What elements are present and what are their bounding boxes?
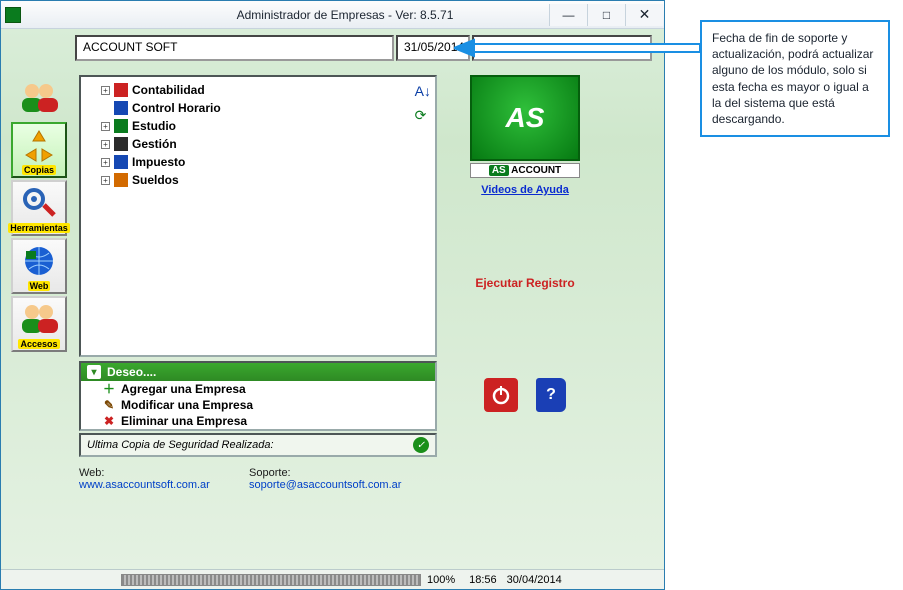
left-toolbar: Copias Herramientas Web Accesos — [11, 75, 73, 589]
tree-item-sueldos[interactable]: +Sueldos — [101, 171, 431, 189]
backup-status-strip: Ultima Copia de Seguridad Realizada: ✓ — [79, 433, 437, 457]
herramientas-button[interactable]: Herramientas — [11, 180, 67, 236]
tools-icon — [16, 184, 62, 222]
close-button[interactable]: ✕ — [625, 4, 663, 26]
client-area: ACCOUNT SOFT 31/05/2014 Copias He — [1, 29, 664, 589]
callout-text: Fecha de fin de soporte y actualización,… — [712, 31, 873, 126]
users-button[interactable] — [11, 75, 67, 120]
tree-item-control-horario[interactable]: +Control Horario — [101, 99, 431, 117]
actions-panel: ▾ Deseo.... ＋Agregar una Empresa ✎Modifi… — [79, 361, 437, 431]
globe-icon — [16, 242, 62, 280]
action-add-empresa[interactable]: ＋Agregar una Empresa — [81, 381, 435, 397]
support-link-label: Soporte: — [249, 467, 291, 479]
actions-header-label: Deseo.... — [107, 365, 156, 379]
refresh-icon[interactable]: ⟳ — [415, 107, 431, 124]
accesos-label: Accesos — [18, 339, 59, 349]
app-icon — [5, 7, 21, 23]
callout-arrow — [454, 38, 700, 58]
app-window: Administrador de Empresas - Ver: 8.5.71 … — [0, 0, 665, 590]
titlebar: Administrador de Empresas - Ver: 8.5.71 … — [1, 1, 664, 29]
check-icon: ✓ — [413, 437, 429, 453]
power-button[interactable] — [484, 378, 518, 412]
users-icon — [16, 79, 62, 117]
help-button[interactable]: ? — [536, 378, 566, 412]
actions-header[interactable]: ▾ Deseo.... — [81, 363, 435, 381]
status-time: 18:56 — [469, 574, 497, 586]
tree-item-impuesto[interactable]: +Impuesto — [101, 153, 431, 171]
herramientas-label: Herramientas — [8, 223, 70, 233]
access-icon — [16, 300, 62, 338]
help-videos-link[interactable]: Videos de Ayuda — [481, 184, 569, 196]
support-link[interactable]: soporte@asaccountsoft.com.ar — [249, 479, 401, 491]
callout-box: Fecha de fin de soporte y actualización,… — [700, 20, 890, 137]
module-tree[interactable]: A↓ ⟳ +Contabilidad +Control Horario +Est… — [79, 75, 437, 357]
status-date: 30/04/2014 — [507, 574, 562, 586]
action-edit-empresa[interactable]: ✎Modificar una Empresa — [81, 397, 435, 413]
run-registry-link[interactable]: Ejecutar Registro — [475, 276, 574, 290]
footer-links: Web: www.asaccountsoft.com.ar Soporte: s… — [79, 467, 437, 491]
company-field[interactable]: ACCOUNT SOFT — [75, 35, 394, 61]
copias-button[interactable]: Copias — [11, 122, 67, 178]
web-button[interactable]: Web — [11, 238, 67, 294]
web-link-label: Web: — [79, 467, 104, 479]
progress-percent: 100% — [427, 574, 455, 586]
tree-item-gestion[interactable]: +Gestión — [101, 135, 431, 153]
backup-status-label: Ultima Copia de Seguridad Realizada: — [87, 439, 274, 451]
accesos-button[interactable]: Accesos — [11, 296, 67, 352]
brand-logo: AS — [470, 75, 580, 161]
right-panel: AS AS ACCOUNT Videos de Ayuda Ejecutar R… — [445, 75, 605, 589]
status-bar: 100% 18:56 30/04/2014 — [1, 569, 664, 589]
brand-strip: AS ACCOUNT — [470, 163, 580, 178]
recycle-icon — [16, 126, 62, 164]
minimize-button[interactable]: — — [549, 4, 587, 26]
progress-bar — [121, 574, 421, 586]
web-label: Web — [28, 281, 51, 291]
action-delete-empresa[interactable]: ✖Eliminar una Empresa — [81, 413, 435, 429]
dropdown-icon: ▾ — [87, 365, 101, 379]
sort-az-icon[interactable]: A↓ — [415, 83, 431, 99]
maximize-button[interactable]: □ — [587, 4, 625, 26]
tree-item-contabilidad[interactable]: +Contabilidad — [101, 81, 431, 99]
web-link[interactable]: www.asaccountsoft.com.ar — [79, 479, 210, 491]
window-title: Administrador de Empresas - Ver: 8.5.71 — [237, 8, 454, 22]
copias-label: Copias — [22, 165, 56, 175]
tree-item-estudio[interactable]: +Estudio — [101, 117, 431, 135]
